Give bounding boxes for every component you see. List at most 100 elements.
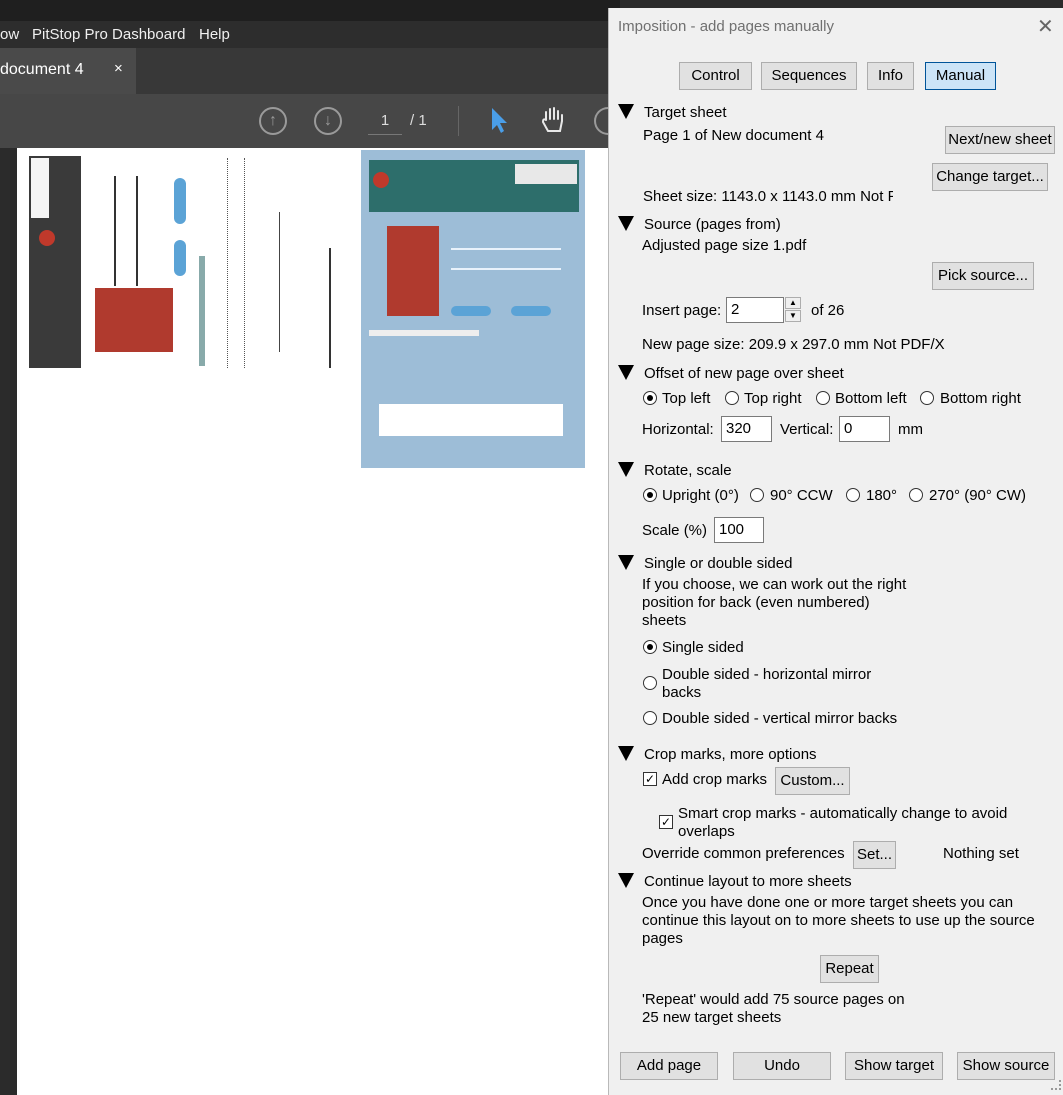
radio-270[interactable]: [909, 488, 923, 502]
preview-title-lines: [451, 248, 561, 270]
preview-heading-line: [199, 256, 205, 366]
close-tab-icon[interactable]: ×: [114, 60, 123, 77]
undo-button[interactable]: Undo: [733, 1052, 831, 1080]
scale-input[interactable]: 100: [714, 517, 764, 543]
next-page-icon[interactable]: ↓: [314, 107, 342, 135]
radio-label-single-sided: Single sided: [662, 639, 744, 656]
show-source-button[interactable]: Show source: [957, 1052, 1055, 1080]
radio-label-top-right: Top right: [744, 390, 802, 407]
radio-double-horizontal[interactable]: [643, 676, 657, 690]
collapse-triangle-icon[interactable]: [618, 746, 634, 761]
radio-90-ccw[interactable]: [750, 488, 764, 502]
toolbar-divider: [458, 106, 459, 136]
offset-unit: mm: [898, 421, 923, 438]
left-gutter: [0, 148, 17, 1095]
insert-page-input[interactable]: 2: [726, 297, 784, 323]
set-button[interactable]: Set...: [853, 841, 896, 869]
next-new-sheet-button[interactable]: Next/new sheet: [945, 126, 1055, 154]
page-total: / 1: [410, 112, 427, 129]
section-heading-source: Source (pages from): [644, 216, 781, 233]
radio-label-top-left: Top left: [662, 390, 711, 407]
tab-sequences[interactable]: Sequences: [761, 62, 857, 90]
collapse-triangle-icon[interactable]: [618, 365, 634, 380]
collapse-triangle-icon[interactable]: [618, 873, 634, 888]
viewer-toolbar: ↑ ↓ 1 / 1: [0, 94, 620, 148]
insert-page-label: Insert page:: [642, 302, 722, 319]
preview-button-buy: [174, 240, 186, 276]
preview-body-text: [227, 158, 245, 368]
menu-bar: ow PitStop Pro Dashboard Help: [0, 0, 620, 48]
technology-partner-badge: [515, 164, 577, 184]
radio-label-90-ccw: 90° CCW: [770, 487, 833, 504]
add-page-button[interactable]: Add page: [620, 1052, 718, 1080]
document-tab[interactable]: document 4 ×: [0, 48, 136, 94]
repeat-info: 'Repeat' would add 75 source pages on 25…: [642, 991, 905, 1026]
add-crop-marks-checkbox[interactable]: ✓: [643, 772, 657, 786]
repeat-button[interactable]: Repeat: [820, 955, 879, 983]
vertical-offset-input[interactable]: 0: [839, 416, 890, 442]
radio-upright[interactable]: [643, 488, 657, 502]
section-heading-rotate: Rotate, scale: [644, 462, 732, 479]
tab-control[interactable]: Control: [679, 62, 752, 90]
radio-label-bottom-right: Bottom right: [940, 390, 1021, 407]
page-number-input[interactable]: 1: [368, 108, 402, 135]
radio-single-sided[interactable]: [643, 640, 657, 654]
tab-info[interactable]: Info: [867, 62, 914, 90]
resize-grip-icon[interactable]: [1051, 1080, 1061, 1090]
close-icon[interactable]: ✕: [1037, 14, 1054, 39]
preview-list: [279, 212, 324, 352]
menu-window[interactable]: ow: [0, 26, 19, 43]
scale-label: Scale (%): [642, 522, 708, 539]
tab-manual[interactable]: Manual: [925, 62, 996, 90]
radio-bottom-left[interactable]: [816, 391, 830, 405]
continue-description: Once you have done one or more target sh…: [642, 894, 1035, 947]
radio-top-right[interactable]: [725, 391, 739, 405]
pick-source-button[interactable]: Pick source...: [932, 262, 1034, 290]
collapse-triangle-icon[interactable]: [618, 462, 634, 477]
change-target-button[interactable]: Change target...: [932, 163, 1048, 191]
evermap-logo-icon: [373, 172, 389, 188]
previous-page-icon[interactable]: ↑: [259, 107, 287, 135]
spin-up-icon[interactable]: ▲: [785, 297, 801, 309]
preview-footer-text: [329, 248, 331, 368]
nothing-set-status: Nothing set: [943, 845, 1019, 862]
spin-down-icon[interactable]: ▼: [785, 310, 801, 322]
zoom-out-icon[interactable]: [594, 107, 608, 135]
smart-crop-marks-checkbox[interactable]: ✓: [659, 815, 673, 829]
menu-pitstop-dashboard[interactable]: PitStop Pro Dashboard: [32, 26, 185, 43]
collapse-triangle-icon[interactable]: [618, 216, 634, 231]
radio-180[interactable]: [846, 488, 860, 502]
vertical-label: Vertical:: [780, 421, 834, 438]
section-heading-crop: Crop marks, more options: [644, 746, 817, 763]
page-preview-left: [17, 148, 357, 378]
radio-bottom-right[interactable]: [920, 391, 934, 405]
radio-label-bottom-left: Bottom left: [835, 390, 907, 407]
evermap-logo-icon: [39, 230, 55, 246]
radio-label-double-vertical: Double sided - vertical mirror backs: [662, 710, 898, 727]
section-heading-continue: Continue layout to more sheets: [644, 873, 852, 890]
document-canvas: [17, 148, 620, 1095]
select-pointer-icon[interactable]: [488, 106, 510, 134]
radio-double-vertical[interactable]: [643, 711, 657, 725]
source-file-name: Adjusted page size 1.pdf: [642, 237, 807, 254]
radio-top-left[interactable]: [643, 391, 657, 405]
radio-label-upright: Upright (0°): [662, 487, 739, 504]
radio-label-180: 180°: [866, 487, 898, 504]
custom-button[interactable]: Custom...: [775, 767, 850, 795]
menu-help[interactable]: Help: [199, 26, 230, 43]
collapse-triangle-icon[interactable]: [618, 104, 634, 119]
smart-crop-marks-label: Smart crop marks - automatically change …: [678, 805, 1008, 840]
preview-title-lines: [114, 176, 138, 286]
document-tab-bar: document 4 ×: [0, 48, 620, 94]
hand-tool-icon[interactable]: [538, 104, 570, 136]
show-target-button[interactable]: Show target: [845, 1052, 943, 1080]
dialog-title: Imposition - add pages manually: [618, 18, 834, 35]
collapse-triangle-icon[interactable]: [618, 555, 634, 570]
preview-button-trial: [511, 306, 551, 316]
preview-list-box: [379, 404, 563, 436]
imposition-dialog: Imposition - add pages manually ✕ Contro…: [608, 8, 1063, 1095]
document-tab-label: document 4: [0, 61, 84, 78]
preview-badge: [31, 158, 49, 218]
section-heading-offset: Offset of new page over sheet: [644, 365, 844, 382]
horizontal-offset-input[interactable]: 320: [721, 416, 772, 442]
